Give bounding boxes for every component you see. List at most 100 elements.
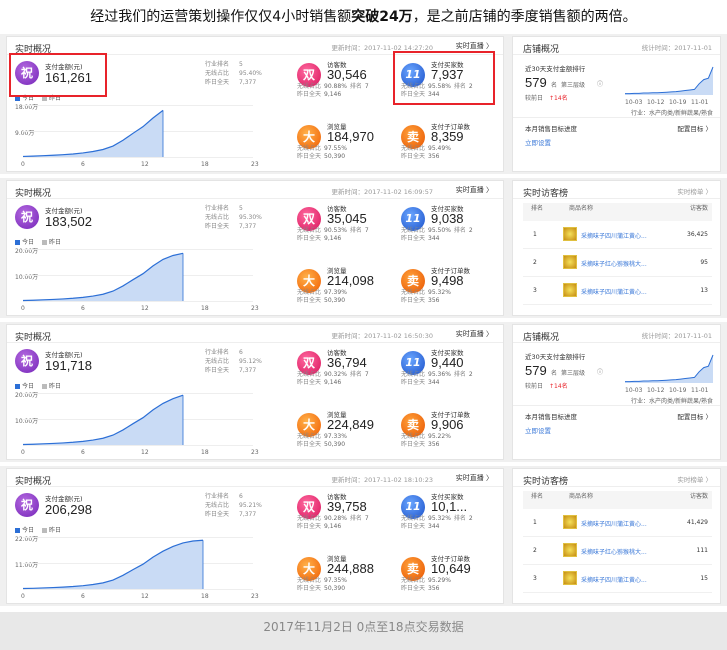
product-name[interactable]: 采摘味子红心猕猴桃大...: [581, 547, 647, 556]
metric-sub-part: 9,146: [324, 379, 342, 386]
stat-line: 无线占比 95.21%: [205, 501, 262, 510]
metric-sub: 昨日全天 344: [401, 523, 442, 531]
pay-stats: 行业排名 6 无线占比 95.21% 昨日全天 7,377: [205, 492, 262, 519]
row-rank: 2: [533, 547, 537, 554]
metric-sub-part: 2: [468, 227, 473, 234]
row-rank: 3: [533, 575, 537, 582]
today-area: [23, 540, 203, 589]
product-name[interactable]: 采摘味子四川蒲江黄心...: [581, 519, 647, 528]
metric-sub-part: 50,390: [324, 585, 346, 592]
table-row[interactable]: 3 采摘味子四川蒲江黄心... 13: [523, 277, 712, 305]
x-tick: 0: [21, 161, 25, 168]
stat-line: 无线占比 95.40%: [205, 69, 262, 78]
row-visitors: 41,429: [687, 519, 708, 526]
realtime-panel: 实时概况 更新时间：2017-11-02 16:09:57 实时直播 〉祝支付金额(…: [6, 180, 504, 316]
realtime-panel: 实时概况 更新时间：2017-11-02 14:27:20 实时直播 〉祝支付金额(…: [6, 36, 504, 172]
table-row[interactable]: 2 采摘味子红心猕猴桃大... 95: [523, 249, 712, 277]
x-tick: 18: [201, 305, 209, 312]
stat-val: 6: [239, 349, 243, 356]
product-name[interactable]: 采摘味子四川蒲江黄心...: [581, 231, 647, 240]
metric-sub-part: 昨日全天: [297, 153, 322, 160]
stat-line: 昨日全天 7,377: [205, 510, 262, 519]
metric-sub-part: 50,390: [324, 297, 346, 304]
product-name[interactable]: 采摘味子四川蒲江黄心...: [581, 287, 647, 296]
metric-sub-part: 95.22%: [428, 433, 451, 440]
table-row[interactable]: 1 采摘味子四川蒲江黄心... 41,429: [523, 509, 712, 537]
metric-sub-part: 95.32%: [428, 289, 451, 296]
industry-label: 行业：水产肉类/新鲜蔬果/熟食: [631, 398, 714, 405]
realtime-panel: 实时概况 更新时间：2017-11-02 16:50:30 实时直播 〉祝支付金额(…: [6, 324, 504, 460]
title-divider: [7, 198, 503, 199]
x-tick: 6: [81, 305, 85, 312]
config-target-link[interactable]: 配置目标 〉: [677, 411, 712, 421]
stat-val: 5: [239, 205, 243, 212]
legend-yesterday-swatch: [42, 384, 48, 389]
help-icon[interactable]: ⓘ: [597, 79, 603, 88]
visitor-table: 排名 商品名称 访客数 1 采摘味子四川蒲江黄心... 41,429 2 采摘味子红心猕猴桃大…: [523, 491, 712, 593]
table-row[interactable]: 1 采摘味子四川蒲江黄心... 36,425: [523, 221, 712, 249]
headline: 经过我们的运营策划操作仅仅4小时销售额突破24万，是之前店铺的季度销售额的两倍。: [0, 0, 727, 34]
product-thumbnail: [563, 283, 577, 297]
metric-sub: 昨日全天 9,146: [297, 235, 344, 243]
trend-date: 10-12: [647, 99, 665, 106]
metric-sub-part: 9,146: [324, 235, 342, 242]
live-link[interactable]: 实时直播 〉: [456, 329, 493, 339]
product-name[interactable]: 采摘味子四川蒲江黄心...: [581, 575, 647, 584]
shop-title: 店铺概况: [523, 45, 560, 55]
metric-sub-part: 昨日全天: [401, 379, 426, 386]
row-band: 实时概况 更新时间：2017-11-02 18:10:23 实时直播 〉祝支付金额(…: [0, 466, 727, 606]
stat-val: 95.21%: [239, 502, 262, 509]
shop-overview-panel: 店铺概况 统计时间：2017-11-01 近30天支付金额排行 579 名第三层级 ⓘ 较前…: [512, 324, 721, 460]
metric-sub: 昨日全天 50,390: [297, 297, 348, 305]
live-rank-link[interactable]: 实时榜单 〉: [677, 474, 712, 484]
pay-stats: 行业排名 6 无线占比 95.12% 昨日全天 7,377: [205, 348, 262, 375]
stat-key: 行业排名: [205, 61, 230, 68]
metric-value: 35,045: [327, 211, 367, 226]
stat-key: 昨日全天: [205, 367, 230, 374]
metric-sub: 昨日全天 344: [401, 235, 442, 243]
live-link[interactable]: 实时直播 〉: [456, 185, 493, 195]
metric-sub-part: 无线占比: [401, 289, 426, 296]
table-row[interactable]: 2 采摘味子红心猕猴桃大... 111: [523, 537, 712, 565]
trend-date: 10-03: [625, 99, 643, 106]
legend-today: 今日: [22, 239, 35, 246]
metric-sub-part: 昨日全天: [401, 235, 426, 242]
help-icon[interactable]: ⓘ: [597, 367, 603, 376]
x-tick: 18: [201, 593, 209, 600]
metric-sub: 无线占比 95.29%: [401, 577, 454, 585]
setup-link[interactable]: 立即设置: [525, 137, 551, 147]
metric-sub-part: 344: [428, 379, 440, 386]
config-target-link[interactable]: 配置目标 〉: [677, 123, 712, 133]
tier-label: 第三层级: [561, 82, 586, 89]
stat-key: 昨日全天: [205, 511, 230, 518]
col-visitors: 访客数: [689, 493, 708, 500]
chart-legend: 今日 昨日: [15, 525, 61, 534]
live-rank-link[interactable]: 实时榜单 〉: [677, 186, 712, 196]
table-header: 排名 商品名称 访客数: [523, 203, 712, 221]
headline-suffix: ，是之前店铺的季度销售额的两倍。: [412, 9, 637, 25]
stat-val: 5: [239, 61, 243, 68]
table-row[interactable]: 3 采摘味子四川蒲江黄心... 15: [523, 565, 712, 593]
metric-sub: 昨日全天 9,146: [297, 91, 344, 99]
setup-link[interactable]: 立即设置: [525, 425, 551, 435]
metric-sub: 无线占比 95.32% 排名 2: [401, 515, 476, 523]
x-tick: 23: [251, 593, 259, 600]
product-name[interactable]: 采摘味子红心猕猴桃大...: [581, 259, 647, 268]
stat-line: 无线占比 95.12%: [205, 357, 262, 366]
x-tick: 23: [251, 305, 259, 312]
stat-val: 7,377: [239, 223, 257, 230]
metric-sub-part: 排名: [349, 371, 362, 378]
live-link[interactable]: 实时直播 〉: [456, 473, 493, 483]
live-link[interactable]: 实时直播 〉: [456, 41, 493, 51]
metric-sub: 无线占比 97.39%: [297, 289, 350, 297]
x-tick: 12: [141, 593, 149, 600]
metric-sub-part: 7: [364, 371, 369, 378]
stat-time: 统计时间：2017-11-01: [641, 44, 712, 52]
product-thumbnail: [563, 571, 577, 585]
metric-sub: 昨日全天 356: [401, 297, 442, 305]
metric-sub-part: 95.49%: [428, 145, 451, 152]
row-visitors: 111: [696, 547, 708, 554]
metric-sub: 昨日全天 344: [401, 379, 442, 387]
stat-key: 行业排名: [205, 493, 230, 500]
rank-value: 579: [525, 363, 547, 378]
